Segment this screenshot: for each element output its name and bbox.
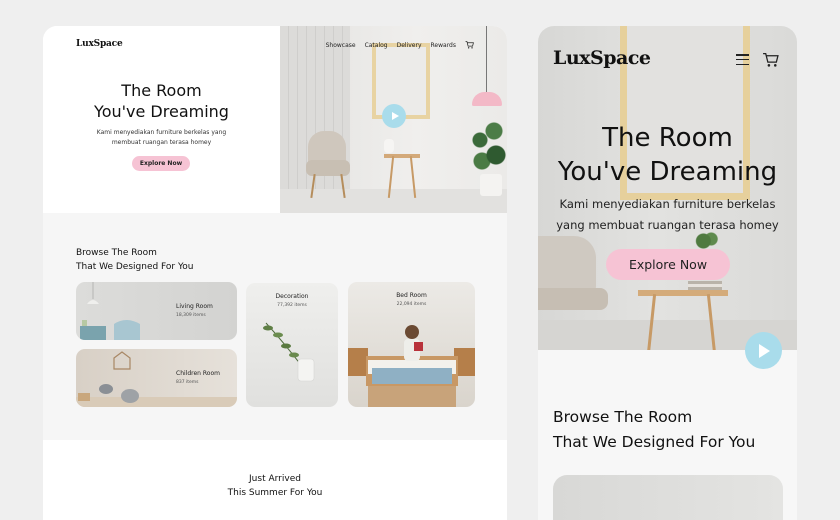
hero-title: The Room You've Dreaming — [557, 123, 778, 187]
armchair — [538, 236, 596, 296]
card-count: 18,309 items — [176, 313, 206, 318]
play-icon — [391, 112, 399, 120]
category-card-children-room[interactable]: Children Room 837 items — [76, 349, 237, 407]
card-count: 837 items — [176, 380, 199, 385]
just-arrived-section: Just Arrived This Summer For You — [43, 440, 507, 520]
nav-showcase[interactable]: Showcase — [326, 42, 356, 49]
card-title: Children Room — [176, 370, 220, 377]
pendant-lamp — [472, 92, 502, 106]
decoration-illustration — [263, 322, 315, 382]
hero-title: The Room You've Dreaming — [94, 81, 229, 121]
floor — [280, 189, 507, 213]
logo[interactable]: LuxSpace — [76, 39, 123, 49]
plant — [468, 116, 507, 176]
hero-text-panel: LuxSpace The Room You've Dreaming Kami m… — [43, 26, 280, 213]
desktop-preview: LuxSpace The Room You've Dreaming Kami m… — [43, 26, 507, 520]
hero-subtitle: Kami menyediakan furniture berkelas yang… — [96, 129, 227, 146]
nav-catalog[interactable]: Catalog — [365, 42, 388, 49]
bed-room-illustration — [348, 325, 475, 407]
logo[interactable]: LuxSpace — [553, 47, 651, 69]
cart-icon[interactable] — [762, 52, 779, 68]
top-nav: Showcase Catalog Delivery Rewards — [326, 41, 474, 49]
hamburger-menu-icon[interactable] — [736, 54, 749, 65]
browse-section: Browse The Room That We Designed For You… — [43, 213, 507, 440]
category-card-living-room[interactable] — [553, 475, 783, 520]
card-title: Living Room — [176, 303, 213, 310]
browse-title: Browse The Room That We Designed For You — [76, 248, 194, 272]
play-video-button[interactable] — [745, 332, 782, 369]
hero-subtitle: Kami menyediakan furniture berkelas yang… — [556, 197, 779, 232]
play-video-button[interactable] — [382, 104, 406, 128]
mobile-hero: LuxSpace The Room You've Dreaming Kami m… — [538, 26, 797, 350]
category-card-decoration[interactable]: Decoration 77,392 items — [246, 283, 338, 407]
wall-panels — [280, 26, 350, 213]
nav-delivery[interactable]: Delivery — [397, 42, 422, 49]
side-table — [384, 154, 420, 158]
vase — [384, 139, 394, 153]
category-card-bed-room[interactable]: Bed Room 22,094 items — [348, 282, 475, 407]
nav-rewards[interactable]: Rewards — [431, 42, 456, 49]
living-room-illustration — [80, 282, 140, 340]
just-arrived-title: Just Arrived This Summer For You — [227, 474, 323, 498]
plant-pot — [480, 174, 502, 196]
browse-title: Browse The Room That We Designed For You — [553, 408, 756, 451]
children-room-illustration — [76, 351, 237, 407]
books — [688, 281, 722, 290]
side-table — [638, 290, 728, 296]
mobile-preview: LuxSpace The Room You've Dreaming Kami m… — [538, 26, 797, 520]
play-icon — [759, 343, 770, 358]
cart-icon[interactable] — [465, 41, 474, 49]
hero-image: Showcase Catalog Delivery Rewards — [280, 26, 507, 213]
explore-now-button[interactable]: Explore Now — [132, 156, 190, 171]
explore-now-button[interactable]: Explore Now — [606, 249, 730, 280]
category-card-living-room[interactable]: Living Room 18,309 items — [76, 282, 237, 340]
